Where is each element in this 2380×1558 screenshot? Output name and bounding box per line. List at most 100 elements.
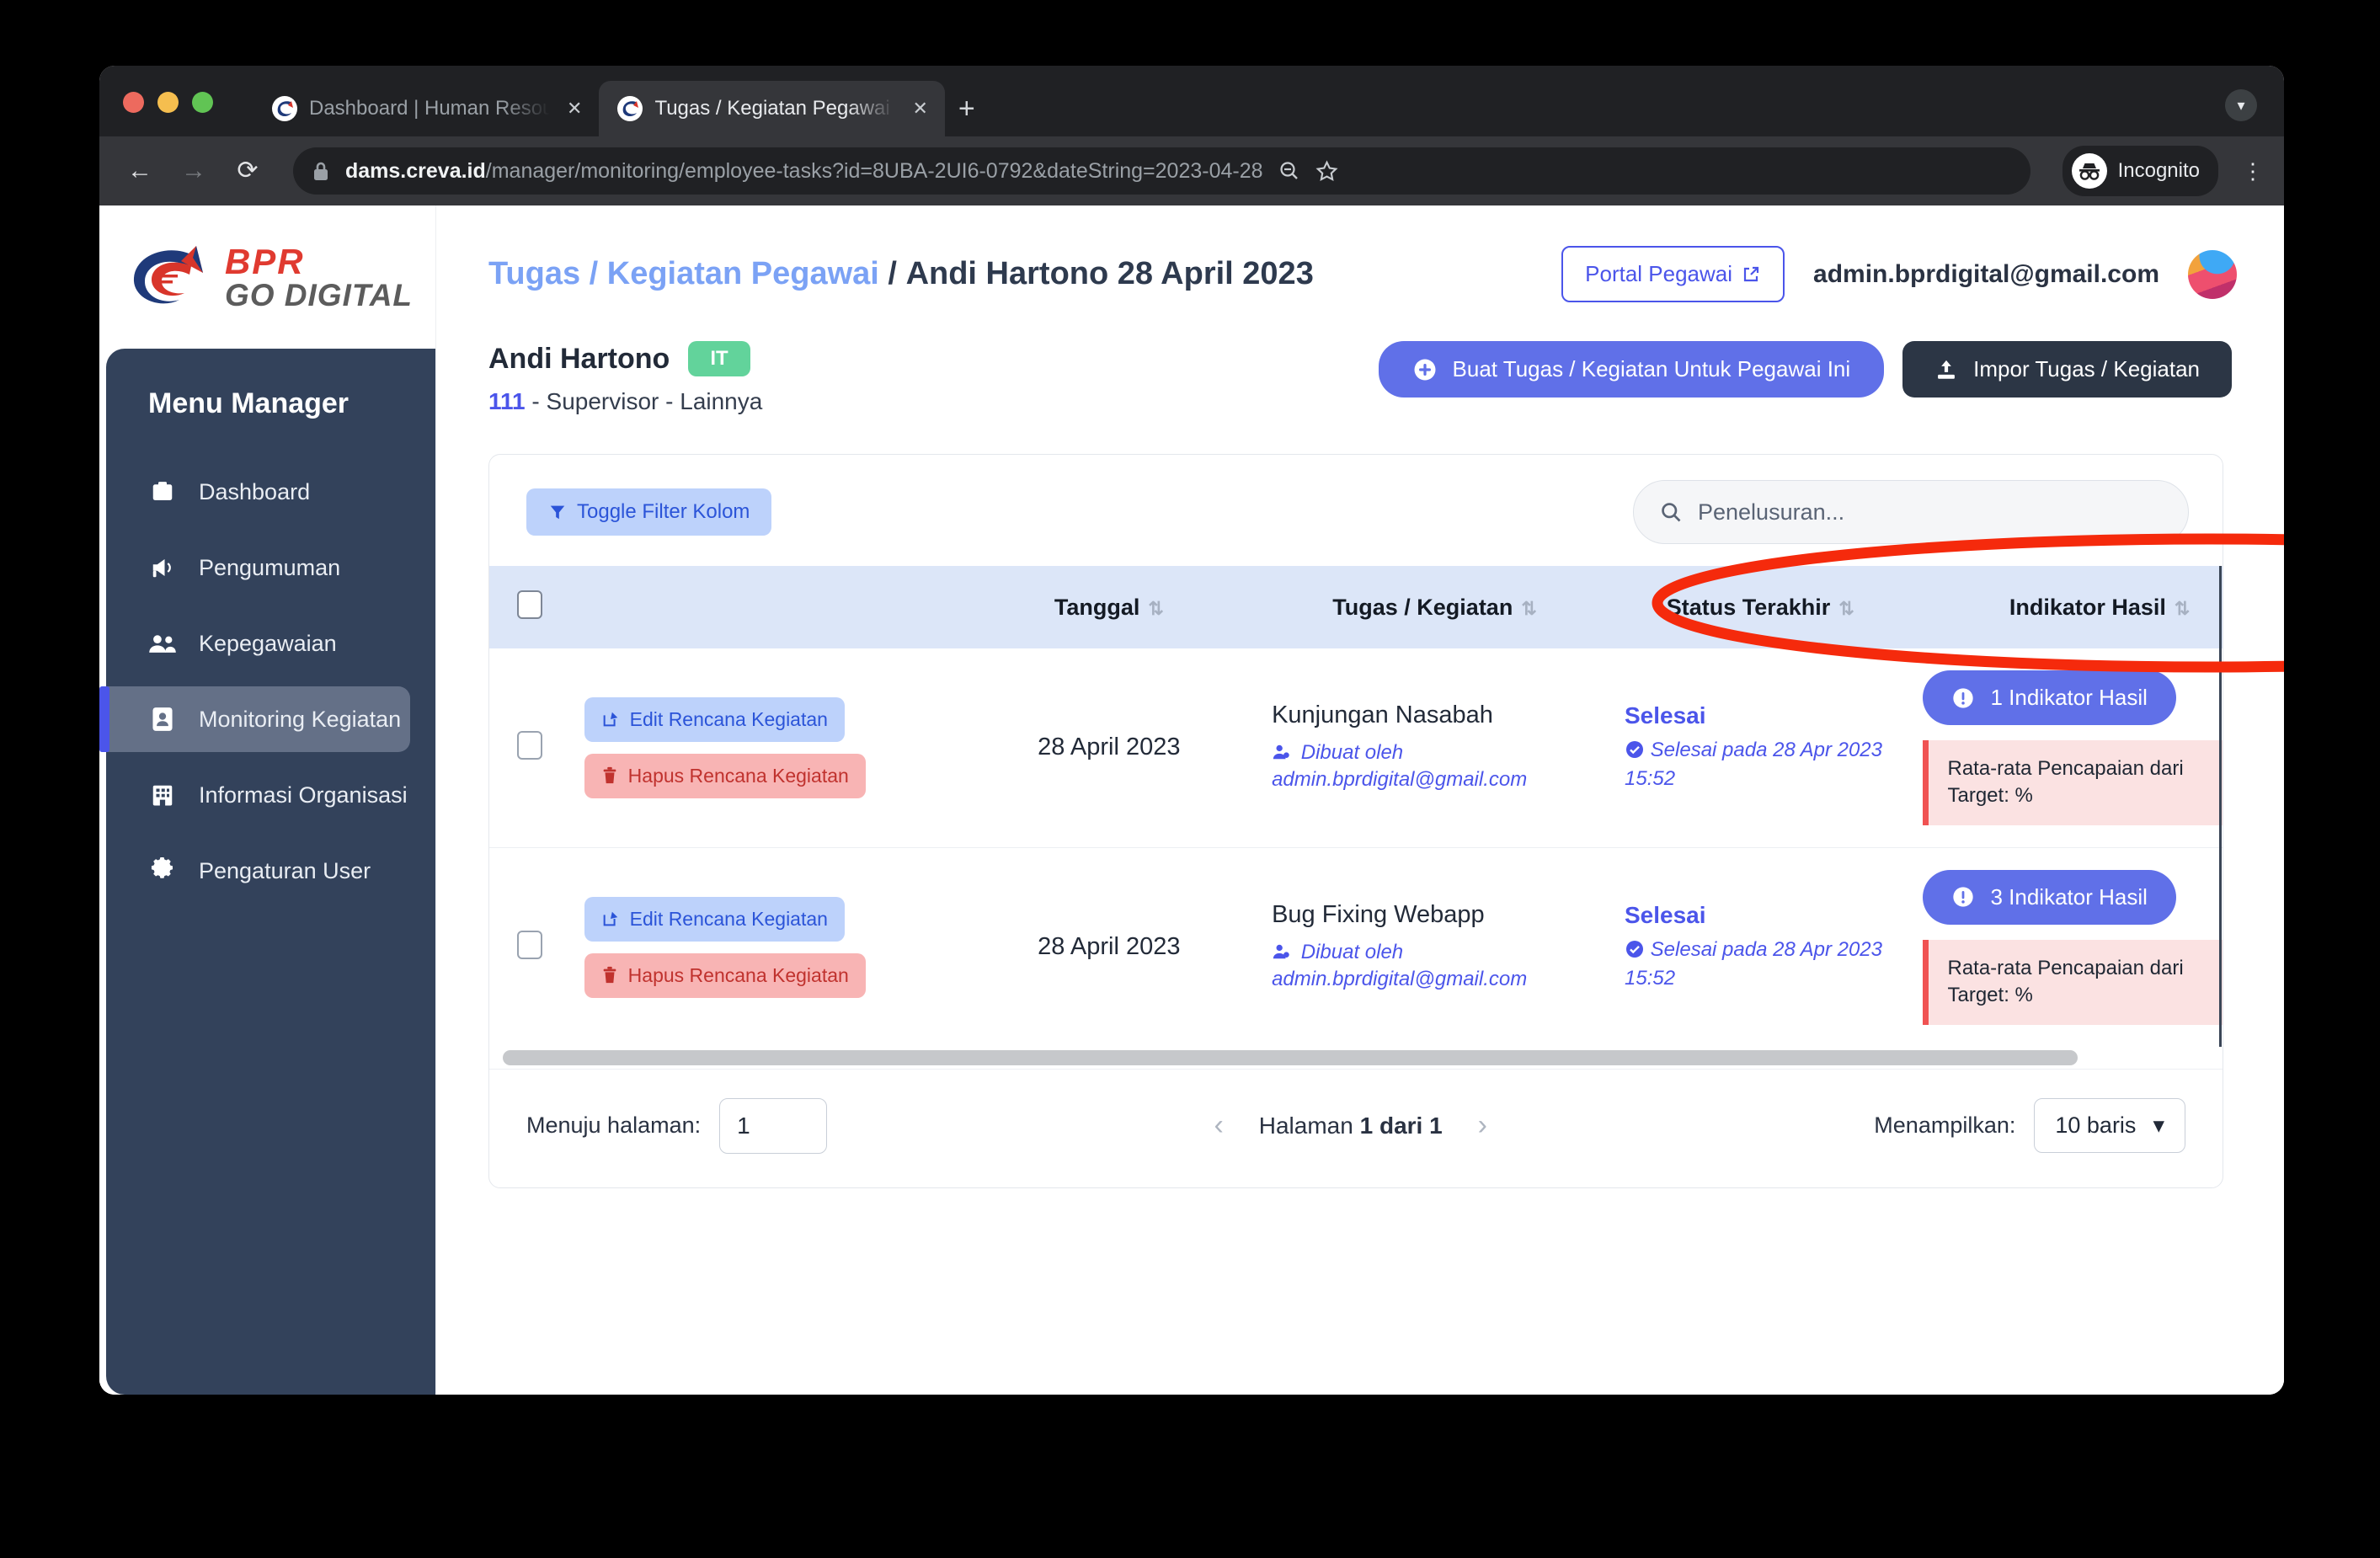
indicator-badge-label: 3 Indikator Hasil bbox=[1990, 883, 2148, 910]
edit-rencana-kegiatan-button[interactable]: Edit Rencana Kegiatan bbox=[584, 896, 845, 942]
goto-page-input[interactable]: 1 bbox=[719, 1097, 828, 1154]
task-name: Bug Fixing Webapp bbox=[1272, 900, 1485, 928]
column-label: Tanggal bbox=[1054, 594, 1140, 620]
header-right: Portal Pegawai admin.bprdigital@gmail.co… bbox=[1561, 246, 2237, 302]
breadcrumb-link[interactable]: Tugas / Kegiatan Pegawai bbox=[488, 256, 879, 291]
sidebar-item-label: Informasi Organisasi bbox=[199, 782, 408, 808]
avatar[interactable] bbox=[2188, 249, 2237, 299]
task-created-by: Dibuat oleh admin.bprdigital@gmail.com bbox=[1272, 739, 1598, 794]
sort-icon[interactable]: ⇅ bbox=[1148, 598, 1163, 619]
sidebar-item-dashboard[interactable]: Dashboard bbox=[106, 459, 410, 525]
horizontal-scrollbar[interactable] bbox=[489, 1046, 2223, 1069]
tab-strip: Dashboard | Human Resource ✕ Tugas / Keg… bbox=[99, 66, 2284, 136]
rows-per-page-label: Menampilkan: bbox=[1874, 1112, 2016, 1139]
import-task-button[interactable]: Impor Tugas / Kegiatan bbox=[1902, 341, 2232, 398]
page-body: BPR GO DIGITAL Menu Manager Dashboard Pe… bbox=[99, 205, 2284, 1395]
address-bar[interactable]: dams.creva.id/manager/monitoring/employe… bbox=[293, 147, 2030, 195]
table-row: Edit Rencana Kegiatan Hapus Rencana Kegi… bbox=[489, 648, 2223, 848]
sidebar-item-label: Pengumuman bbox=[199, 554, 341, 580]
incognito-label: Incognito bbox=[2117, 159, 2200, 182]
reload-button[interactable]: ⟳ bbox=[232, 158, 263, 184]
upload-icon bbox=[1934, 358, 1958, 381]
kebab-menu-icon[interactable]: ⋮ bbox=[2242, 160, 2264, 183]
forward-button[interactable]: → bbox=[179, 158, 209, 184]
sort-icon[interactable]: ⇅ bbox=[1521, 598, 1536, 619]
minimize-window-button[interactable] bbox=[157, 92, 179, 113]
incognito-profile-chip[interactable]: Incognito bbox=[2062, 146, 2218, 196]
status-detail-text: Selesai pada 28 Apr 2023 15:52 bbox=[1625, 739, 1882, 790]
sidebar-item-monitoring-kegiatan[interactable]: Monitoring Kegiatan bbox=[99, 686, 410, 752]
column-header-status-terakhir[interactable]: Status Terakhir ⇅ bbox=[1611, 566, 1910, 648]
sidebar: BPR GO DIGITAL Menu Manager Dashboard Pe… bbox=[99, 205, 436, 1395]
edit-label: Edit Rencana Kegiatan bbox=[629, 907, 828, 930]
row-indicator-cell: 3 Indikator Hasil Rata-rata Pencapaian d… bbox=[1909, 847, 2223, 1046]
brand-logo: BPR GO DIGITAL bbox=[99, 205, 435, 349]
rows-per-page-select[interactable]: 10 baris ▾ bbox=[2034, 1098, 2185, 1154]
sidebar-item-pengaturan-user[interactable]: Pengaturan User bbox=[106, 838, 410, 904]
column-label: Indikator Hasil bbox=[2009, 594, 2166, 620]
indikator-hasil-badge[interactable]: 1 Indikator Hasil bbox=[1923, 670, 2176, 725]
search-input[interactable]: Penelusuran... bbox=[1633, 480, 2189, 544]
row-task-cell: Kunjungan Nasabah Dibuat oleh admin.bprd… bbox=[1258, 648, 1611, 848]
table-right-edge-divider bbox=[2219, 566, 2222, 1047]
breadcrumb-separator: / bbox=[878, 256, 906, 291]
user-badge-icon bbox=[1272, 941, 1296, 963]
browser-window: Dashboard | Human Resource ✕ Tugas / Keg… bbox=[99, 66, 2284, 1395]
portal-pegawai-button[interactable]: Portal Pegawai bbox=[1561, 246, 1785, 302]
table-row: Edit Rencana Kegiatan Hapus Rencana Kegi… bbox=[489, 847, 2223, 1046]
row-checkbox[interactable] bbox=[517, 731, 543, 760]
row-select-cell bbox=[489, 648, 571, 848]
create-task-button[interactable]: Buat Tugas / Kegiatan Untuk Pegawai Ini bbox=[1378, 341, 1885, 398]
column-header-indikator-hasil[interactable]: Indikator Hasil ⇅ bbox=[1909, 566, 2223, 648]
chevron-down-icon: ▾ bbox=[2153, 1112, 2164, 1139]
sidebar-item-pengumuman[interactable]: Pengumuman bbox=[106, 535, 410, 600]
trash-icon bbox=[601, 766, 618, 785]
chevron-down-icon[interactable]: ▾ bbox=[2225, 89, 2257, 121]
indicator-note: Rata-rata Pencapaian dari Target: % bbox=[1923, 939, 2223, 1025]
brand-line2: GO DIGITAL bbox=[224, 277, 414, 312]
toggle-filter-label: Toggle Filter Kolom bbox=[577, 500, 750, 523]
edit-rencana-kegiatan-button[interactable]: Edit Rencana Kegiatan bbox=[584, 696, 845, 742]
created-by-email: admin.bprdigital@gmail.com bbox=[1272, 768, 1528, 792]
url-text: dams.creva.id/manager/monitoring/employe… bbox=[345, 159, 1263, 184]
tab-favicon-icon bbox=[272, 96, 297, 121]
indikator-hasil-badge[interactable]: 3 Indikator Hasil bbox=[1923, 869, 2176, 925]
bpr-logo-icon bbox=[122, 241, 213, 313]
chevron-left-icon[interactable]: ‹ bbox=[1214, 1109, 1223, 1142]
sort-icon[interactable]: ⇅ bbox=[2175, 598, 2190, 619]
table-toolbar: Toggle Filter Kolom Penelusuran... bbox=[489, 455, 2223, 566]
column-header-tanggal[interactable]: Tanggal ⇅ bbox=[959, 566, 1259, 648]
star-icon[interactable] bbox=[1315, 159, 1338, 183]
employee-role: - Supervisor - Lainnya bbox=[525, 388, 763, 414]
toggle-filter-kolom-button[interactable]: Toggle Filter Kolom bbox=[526, 488, 772, 536]
hapus-rencana-kegiatan-button[interactable]: Hapus Rencana Kegiatan bbox=[584, 952, 866, 998]
table-header-row: Tanggal ⇅ Tugas / Kegiatan ⇅ Status Terakh… bbox=[489, 566, 2223, 648]
browser-tab-tugas-kegiatan[interactable]: Tugas / Kegiatan Pegawai | Hum ✕ bbox=[599, 81, 945, 136]
tab-close-icon[interactable]: ✕ bbox=[907, 96, 932, 121]
sidebar-menu: Menu Manager Dashboard Pengumuman Kepega… bbox=[99, 349, 435, 1395]
column-label: Status Terakhir bbox=[1666, 594, 1831, 620]
back-button[interactable]: ← bbox=[125, 158, 155, 184]
created-by-email: admin.bprdigital@gmail.com bbox=[1272, 968, 1528, 991]
sidebar-item-kepegawaian[interactable]: Kepegawaian bbox=[106, 611, 410, 676]
sidebar-item-informasi-organisasi[interactable]: Informasi Organisasi bbox=[106, 762, 410, 828]
sort-icon[interactable]: ⇅ bbox=[1838, 598, 1854, 619]
sidebar-item-label: Pengaturan User bbox=[199, 857, 371, 883]
tab-close-icon[interactable]: ✕ bbox=[562, 96, 587, 121]
new-tab-button[interactable]: + bbox=[958, 94, 975, 123]
search-icon bbox=[1659, 500, 1683, 524]
funnel-icon bbox=[548, 503, 567, 521]
chevron-right-icon[interactable]: › bbox=[1478, 1109, 1487, 1142]
employee-tasks-table: Tanggal ⇅ Tugas / Kegiatan ⇅ Status Terakh… bbox=[489, 566, 2223, 1047]
column-header-tugas-kegiatan[interactable]: Tugas / Kegiatan ⇅ bbox=[1258, 566, 1611, 648]
hapus-rencana-kegiatan-button[interactable]: Hapus Rencana Kegiatan bbox=[584, 753, 866, 798]
scrollbar-thumb[interactable] bbox=[503, 1049, 2078, 1065]
close-window-button[interactable] bbox=[123, 92, 144, 113]
row-checkbox[interactable] bbox=[517, 931, 543, 960]
select-all-checkbox[interactable] bbox=[517, 590, 543, 619]
lock-icon bbox=[312, 160, 330, 182]
maximize-window-button[interactable] bbox=[192, 92, 213, 113]
browser-tab-dashboard[interactable]: Dashboard | Human Resource ✕ bbox=[253, 81, 599, 136]
zoom-out-icon[interactable] bbox=[1278, 160, 1300, 182]
row-status-cell: Selesai Selesai pada 28 Apr 2023 15:52 bbox=[1611, 847, 1909, 1046]
